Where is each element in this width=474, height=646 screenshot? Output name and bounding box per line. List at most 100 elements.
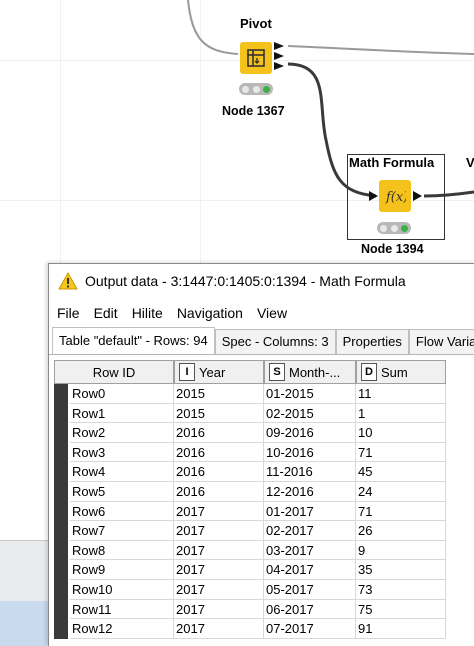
table-cell[interactable]: 10 [356,423,446,443]
menu-edit[interactable]: Edit [94,305,118,321]
math-formula-node[interactable]: f(x) [379,180,411,212]
math-formula-icon: f(x) [385,190,406,205]
table-row[interactable]: Row4 2016 11-2016 45 [54,462,446,482]
table-cell[interactable]: Row2 [70,423,174,443]
table-row[interactable]: Row7 2017 02-2017 26 [54,521,446,541]
tab-spec[interactable]: Spec - Columns: 3 [214,329,336,354]
table-row[interactable]: Row12 2017 07-2017 91 [54,619,446,639]
table-cell[interactable]: 04-2017 [264,560,356,580]
tab-table-default[interactable]: Table "default" - Rows: 94 [52,327,215,354]
table-cell[interactable]: 2015 [174,403,264,424]
table-row[interactable]: Row0 2015 01-2015 11 [54,384,446,404]
table-cell[interactable]: 2017 [174,560,264,580]
table-cell[interactable]: Row0 [70,384,174,404]
row-marker [54,540,68,561]
table-cell[interactable]: Row12 [70,619,174,639]
table-cell[interactable]: 03-2017 [264,540,356,561]
table-row[interactable]: Row8 2017 03-2017 9 [54,540,446,561]
table-cell[interactable]: Row11 [70,599,174,620]
window-title-bar[interactable]: Output data - 3:1447:0:1405:0:1394 - Mat… [49,264,474,298]
table-cell[interactable]: 71 [356,442,446,463]
menu-hilite[interactable]: Hilite [132,305,163,321]
table-cell[interactable]: 73 [356,580,446,600]
table-cell[interactable]: Row6 [70,501,174,522]
menu-file[interactable]: File [57,305,80,321]
row-marker [54,560,68,580]
table-cell[interactable]: Row7 [70,521,174,541]
output-data-window[interactable]: Output data - 3:1447:0:1405:0:1394 - Mat… [48,263,474,646]
table-cell[interactable]: 2016 [174,442,264,463]
math-formula-node-title: Math Formula [349,155,435,170]
math-formula-output-port[interactable] [413,190,423,202]
table-cell[interactable]: 2017 [174,540,264,561]
table-row[interactable]: Row5 2016 12-2016 24 [54,482,446,502]
table-cell[interactable]: 2016 [174,423,264,443]
table-cell[interactable]: 2017 [174,619,264,639]
pivot-node-label[interactable]: Node 1367 [222,104,285,118]
pivot-node[interactable] [240,42,272,74]
table-cell[interactable]: 2017 [174,599,264,620]
table-cell[interactable]: 02-2015 [264,403,356,424]
tab-flow-variables[interactable]: Flow Varia [408,329,474,354]
column-header-year[interactable]: I Year [174,360,264,384]
tab-properties[interactable]: Properties [335,329,409,354]
table-cell[interactable]: 07-2017 [264,619,356,639]
table-row[interactable]: Row11 2017 06-2017 75 [54,599,446,620]
table-cell[interactable]: 91 [356,619,446,639]
math-formula-input-port[interactable] [369,190,379,202]
table-cell[interactable]: Row9 [70,560,174,580]
table-cell[interactable]: 2016 [174,482,264,502]
svg-text:f(x): f(x) [385,190,406,205]
table-cell[interactable]: 11-2016 [264,462,356,482]
table-cell[interactable]: Row4 [70,462,174,482]
table-cell[interactable]: 35 [356,560,446,580]
table-row[interactable]: Row6 2017 01-2017 71 [54,501,446,522]
table-row[interactable]: Row1 2015 02-2015 1 [54,403,446,424]
column-header-row-id[interactable]: Row ID [54,360,174,384]
row-marker [54,501,68,522]
table-cell[interactable]: 10-2016 [264,442,356,463]
table-cell[interactable]: 05-2017 [264,580,356,600]
table-cell[interactable]: 2015 [174,384,264,404]
table-row[interactable]: Row10 2017 05-2017 73 [54,580,446,600]
table-cell[interactable]: 1 [356,403,446,424]
table-cell[interactable]: Row10 [70,580,174,600]
table-cell[interactable]: 02-2017 [264,521,356,541]
pivot-output-ports[interactable] [274,40,286,74]
table-cell[interactable]: 11 [356,384,446,404]
row-marker [54,384,68,404]
table-cell[interactable]: 75 [356,599,446,620]
row-marker [54,580,68,600]
table-cell[interactable]: 26 [356,521,446,541]
table-cell[interactable]: Row5 [70,482,174,502]
table-cell[interactable]: 2017 [174,580,264,600]
table-cell[interactable]: 24 [356,482,446,502]
table-cell[interactable]: 01-2015 [264,384,356,404]
table-cell[interactable]: 09-2016 [264,423,356,443]
warning-icon [58,272,78,290]
table-cell[interactable]: 01-2017 [264,501,356,522]
table-cell[interactable]: 2017 [174,501,264,522]
table-cell[interactable]: Row3 [70,442,174,463]
table-cell[interactable]: 9 [356,540,446,561]
table-cell[interactable]: 2017 [174,521,264,541]
row-marker [54,462,68,482]
table-cell[interactable]: 71 [356,501,446,522]
table-cell[interactable]: 06-2017 [264,599,356,620]
tab-bar: Table "default" - Rows: 94 Spec - Column… [49,327,474,355]
table-cell[interactable]: Row1 [70,403,174,424]
row-marker [54,442,68,463]
table-row[interactable]: Row2 2016 09-2016 10 [54,423,446,443]
column-header-sum[interactable]: D Sum [356,360,446,384]
table-cell[interactable]: 2016 [174,462,264,482]
background-panel [0,540,50,646]
table-cell[interactable]: 45 [356,462,446,482]
table-row[interactable]: Row9 2017 04-2017 35 [54,560,446,580]
table-cell[interactable]: 12-2016 [264,482,356,502]
menu-view[interactable]: View [257,305,287,321]
table-cell[interactable]: Row8 [70,540,174,561]
table-row[interactable]: Row3 2016 10-2016 71 [54,442,446,463]
menu-navigation[interactable]: Navigation [177,305,243,321]
column-header-month[interactable]: S Month-... [264,360,356,384]
math-formula-node-label[interactable]: Node 1394 [361,242,424,256]
